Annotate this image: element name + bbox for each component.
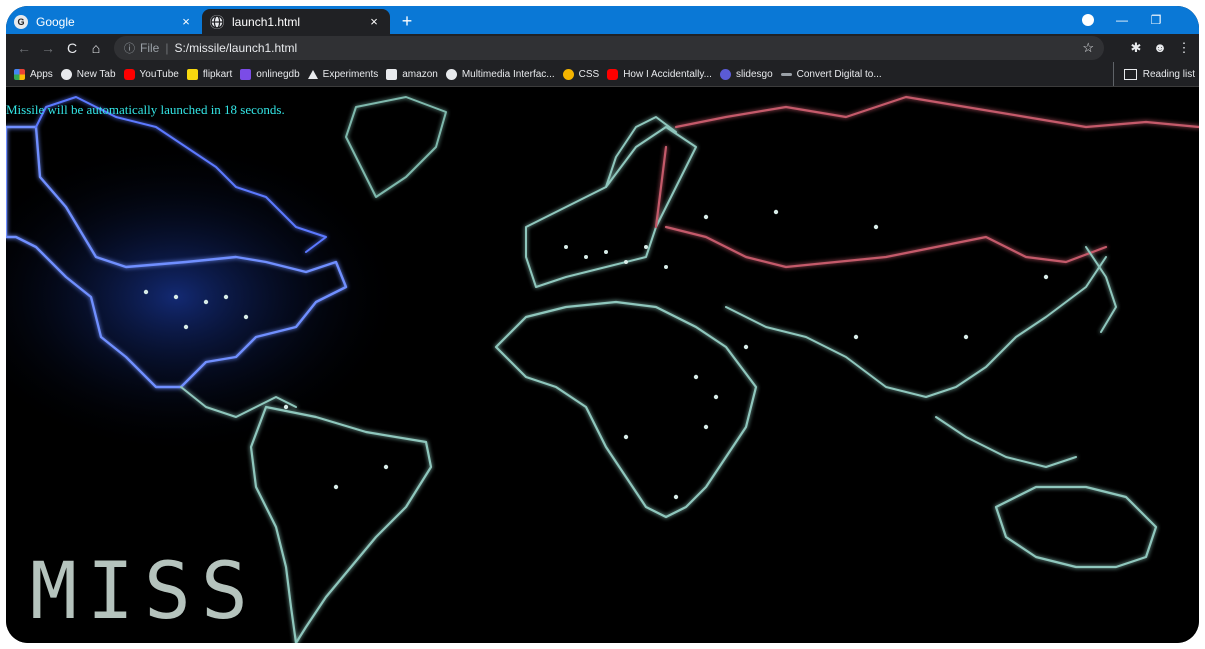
globe-icon: [210, 14, 224, 29]
close-icon[interactable]: ×: [178, 14, 194, 29]
countdown-message: Missile will be automatically launched i…: [6, 102, 285, 117]
asia-outline: [725, 256, 1107, 398]
africa-outline: [494, 300, 758, 519]
bookmark-amazon[interactable]: amazon: [386, 68, 438, 80]
missile-title-overlay: MISS: [30, 547, 258, 637]
youtube-icon: [123, 68, 135, 80]
reload-icon[interactable]: C: [62, 38, 82, 58]
back-icon[interactable]: ←: [14, 38, 34, 58]
amazon-icon: [386, 68, 398, 80]
bookmark-onlinegdb[interactable]: onlinegdb: [240, 68, 300, 80]
browser-toolbar: ← → C ⌂ ⓘ File | S:/missile/launch1.html…: [6, 34, 1199, 62]
lightning-icon: [240, 68, 252, 80]
apps-grid-icon: [14, 68, 25, 80]
tab-title: Google: [36, 14, 75, 29]
globe-icon: [445, 68, 457, 80]
flask-icon: [307, 69, 318, 79]
bookmark-slidesgo[interactable]: slidesgo: [719, 68, 773, 80]
bookmark-how-i-accidentally[interactable]: How I Accidentally...: [607, 68, 712, 80]
north-america-glow: [6, 137, 406, 457]
restore-icon[interactable]: ❐: [1146, 10, 1166, 30]
bookmark-apps[interactable]: Apps: [14, 68, 53, 80]
bookmark-star-icon[interactable]: ☆: [1082, 40, 1094, 56]
menu-icon[interactable]: ⋮: [1174, 38, 1194, 58]
forward-icon[interactable]: →: [38, 38, 58, 58]
slidesgo-icon: [719, 68, 731, 80]
russia-outline: [654, 95, 1199, 269]
new-tab-button[interactable]: +: [396, 10, 418, 32]
bookmark-youtube[interactable]: YouTube: [123, 68, 179, 80]
youtube-icon: [607, 68, 619, 80]
info-icon[interactable]: ⓘ: [124, 40, 135, 56]
australia-outline: [994, 485, 1158, 569]
tab-google[interactable]: G Google ×: [6, 9, 202, 34]
greenland-outline: [345, 96, 447, 198]
minimize-icon[interactable]: —: [1112, 10, 1132, 30]
extensions-icon[interactable]: ✱: [1126, 38, 1146, 58]
south-america-outline: [249, 405, 433, 643]
bookmark-multimedia[interactable]: Multimedia Interfac...: [445, 68, 555, 80]
southeast-asia-outline: [935, 416, 1077, 468]
profile-icon[interactable]: [1082, 14, 1094, 26]
flipkart-icon: [186, 68, 198, 80]
tab-strip: G Google × launch1.html × + — ❐: [6, 6, 1199, 34]
reading-list-button[interactable]: Reading list: [1112, 62, 1199, 86]
browser-window: G Google × launch1.html × + — ❐ ← → C ⌂ …: [6, 6, 1199, 643]
bookmarks-bar: Apps New Tab YouTube flipkart onlinegdb …: [6, 62, 1199, 87]
bookmark-new-tab[interactable]: New Tab: [60, 68, 116, 80]
bookmark-convert-digital[interactable]: Convert Digital to...: [780, 69, 882, 80]
page-viewport: Missile will be automatically launched i…: [6, 87, 1199, 643]
bookmark-css[interactable]: CSS: [562, 68, 599, 80]
avatar[interactable]: ☻: [1150, 38, 1170, 58]
close-icon[interactable]: ×: [366, 14, 382, 29]
tab-launch1[interactable]: launch1.html ×: [202, 9, 390, 34]
reading-list-icon: [1123, 68, 1137, 80]
address-bar[interactable]: ⓘ File | S:/missile/launch1.html ☆: [114, 36, 1104, 60]
scheme-label: File: [140, 41, 160, 55]
wave-icon: [780, 72, 792, 76]
separator: |: [165, 41, 169, 55]
japan-outline: [1085, 246, 1117, 333]
css-icon: [562, 68, 574, 80]
url-text[interactable]: S:/missile/launch1.html: [174, 41, 297, 55]
tab-title: launch1.html: [232, 14, 301, 29]
home-icon[interactable]: ⌂: [86, 38, 106, 58]
bookmark-flipkart[interactable]: flipkart: [186, 68, 232, 80]
globe-icon: [60, 68, 72, 80]
google-icon: G: [14, 14, 28, 29]
europe-outline: [525, 126, 697, 288]
bookmark-experiments[interactable]: Experiments: [307, 69, 378, 80]
